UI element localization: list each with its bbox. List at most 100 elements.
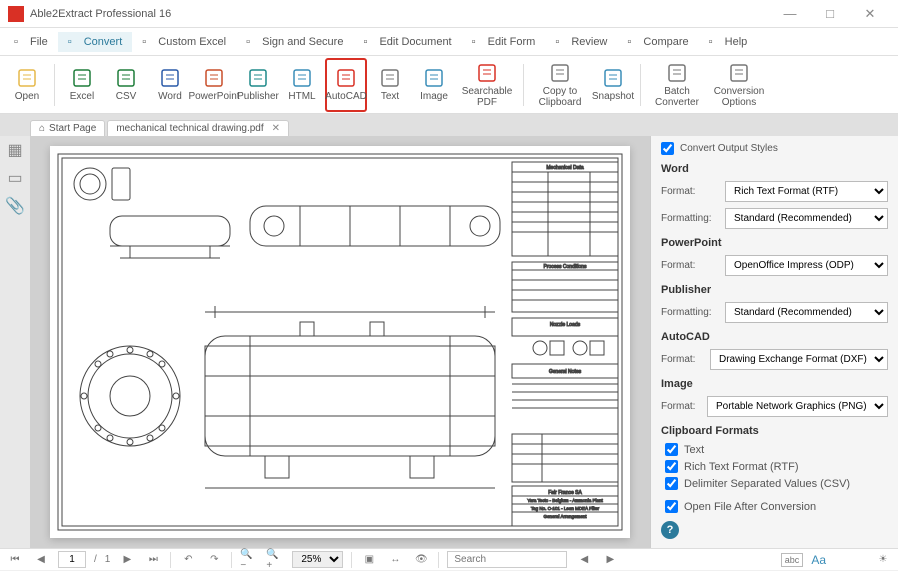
menu-convert[interactable]: ▫Convert xyxy=(58,32,133,52)
ribbon-label: Publisher xyxy=(237,91,279,102)
maximize-button[interactable]: □ xyxy=(810,0,850,28)
left-sidebar: ▦ ▭ 📎 xyxy=(0,136,30,548)
chk-rtf[interactable] xyxy=(665,460,678,473)
page-number-input[interactable] xyxy=(58,551,86,568)
pub-section-title: Publisher xyxy=(661,284,888,296)
word-formatting-select[interactable]: Standard (Recommended) xyxy=(725,208,888,229)
edit-doc-icon: ▫ xyxy=(363,36,375,48)
autocad-button[interactable]: AutoCAD xyxy=(325,58,367,112)
chk-text[interactable] xyxy=(665,443,678,456)
convert-icon: ▫ xyxy=(68,36,80,48)
snapshot-button[interactable]: Snapshot xyxy=(592,58,634,112)
word-button[interactable]: Word xyxy=(149,58,191,112)
page-sep: / xyxy=(94,554,97,565)
image-button[interactable]: Image xyxy=(413,58,455,112)
minimize-button[interactable]: — xyxy=(770,0,810,28)
searchable-pdf-button[interactable]: Searchable PDF xyxy=(457,58,517,112)
close-button[interactable]: ✕ xyxy=(850,0,890,28)
menu-edit-document[interactable]: ▫ Edit Document xyxy=(353,32,461,52)
header-checkbox[interactable] xyxy=(661,142,674,155)
ribbon-label: Text xyxy=(381,91,399,102)
menu-review[interactable]: ▫ Review xyxy=(545,32,617,52)
svg-text:Process Conditions: Process Conditions xyxy=(543,264,587,270)
aa-toggle[interactable]: Aa xyxy=(811,553,826,567)
chk-csv[interactable] xyxy=(665,477,678,490)
menu-edit-form[interactable]: ▫Edit Form xyxy=(462,32,546,52)
ribbon-label: Conversion Options xyxy=(709,86,769,108)
excel-button[interactable]: Excel xyxy=(61,58,103,112)
menu-compare[interactable]: ▫Compare xyxy=(617,32,698,52)
html-button[interactable]: HTML xyxy=(281,58,323,112)
search-input[interactable] xyxy=(447,551,567,568)
autocad-format-select[interactable]: Drawing Exchange Format (DXF) xyxy=(710,349,888,370)
svg-text:Nozzle Loads: Nozzle Loads xyxy=(550,322,581,328)
searchable-pdf-icon xyxy=(476,62,498,84)
ribbon-label: CSV xyxy=(116,91,137,102)
ribbon-label: Excel xyxy=(70,91,94,102)
doc-tab[interactable]: mechanical technical drawing.pdf ✕ xyxy=(107,120,289,136)
powerpoint-icon xyxy=(203,67,225,89)
batch-converter-icon xyxy=(666,62,688,84)
pub-formatting-select[interactable]: Standard (Recommended) xyxy=(725,302,888,323)
document-viewport[interactable]: Mechanical Data Process Conditions Nozzl… xyxy=(30,136,650,548)
attachment-icon[interactable]: 📎 xyxy=(5,196,25,216)
csv-icon xyxy=(115,67,137,89)
autocad-icon xyxy=(335,67,357,89)
copy-clipboard-icon xyxy=(549,62,571,84)
abc-toggle[interactable]: abc xyxy=(781,553,804,567)
image-format-select[interactable]: Portable Network Graphics (PNG) xyxy=(707,396,888,417)
ppt-format-select[interactable]: OpenOffice Impress (ODP) xyxy=(725,255,888,276)
chk-text-label: Text xyxy=(684,444,704,456)
powerpoint-button[interactable]: PowerPoint xyxy=(193,58,235,112)
conversion-options-icon xyxy=(728,62,750,84)
review-icon: ▫ xyxy=(555,36,567,48)
autocad-format-label: Format: xyxy=(661,354,704,365)
csv-button[interactable]: CSV xyxy=(105,58,147,112)
help-icon[interactable]: ? xyxy=(661,521,679,539)
ribbon-label: Word xyxy=(158,91,182,102)
svg-text:Yara Tecto - Belgium - Ammonia: Yara Tecto - Belgium - Ammonia Plant xyxy=(527,498,603,503)
ribbon-label: PowerPoint xyxy=(188,91,239,102)
document-tab-strip: ⌂Start Pagemechanical technical drawing.… xyxy=(0,114,898,136)
tab-label: mechanical technical drawing.pdf xyxy=(116,123,263,134)
menu-label: Help xyxy=(725,36,748,48)
menu-custom-excel[interactable]: ▫Custom Excel xyxy=(132,32,236,52)
clipboard-section-title: Clipboard Formats xyxy=(661,425,888,437)
word-icon xyxy=(159,67,181,89)
doc-tab[interactable]: ⌂Start Page xyxy=(30,120,105,136)
menu-label: Custom Excel xyxy=(158,36,226,48)
word-format-select[interactable]: Rich Text Format (RTF) xyxy=(725,181,888,202)
chk-open-after-label: Open File After Conversion xyxy=(684,501,816,513)
image-format-label: Format: xyxy=(661,401,701,412)
ribbon-label: Open xyxy=(15,91,39,102)
open-button[interactable]: Open xyxy=(6,58,48,112)
menu-file[interactable]: ▫File xyxy=(4,32,58,52)
html-icon xyxy=(291,67,313,89)
home-icon: ⌂ xyxy=(39,123,45,134)
ribbon-label: Image xyxy=(420,91,448,102)
svg-text:Mechanical Data: Mechanical Data xyxy=(546,165,583,171)
menu-label: Edit Form xyxy=(488,36,536,48)
batch-converter-button[interactable]: Batch Converter xyxy=(647,58,707,112)
page-total: 1 xyxy=(105,554,111,565)
panel-icon[interactable]: ▭ xyxy=(5,168,25,188)
ribbon-label: Snapshot xyxy=(592,91,634,102)
conversion-options-button[interactable]: Conversion Options xyxy=(709,58,769,112)
copy-clipboard-button[interactable]: Copy to Clipboard xyxy=(530,58,590,112)
menu-label: Edit Document xyxy=(379,36,451,48)
publisher-button[interactable]: Publisher xyxy=(237,58,279,112)
compare-icon: ▫ xyxy=(627,36,639,48)
ribbon-toolbar: Open Excel CSV Word PowerPointPublisherHTMLA… xyxy=(0,56,898,114)
menu-sign-and-secure[interactable]: ▫Sign and Secure xyxy=(236,32,353,52)
chk-csv-label: Delimiter Separated Values (CSV) xyxy=(684,478,850,490)
text-button[interactable]: Text xyxy=(369,58,411,112)
grid-view-icon[interactable]: ▦ xyxy=(5,140,25,160)
menu-label: Sign and Secure xyxy=(262,36,343,48)
menu-help[interactable]: ▫Help xyxy=(699,32,758,52)
zoom-select[interactable]: 25% xyxy=(292,551,343,568)
menu-bar: ▫File▫Convert▫Custom Excel▫Sign and Secu… xyxy=(0,28,898,56)
panel-header: Convert Output Styles xyxy=(680,143,778,154)
tab-close-icon[interactable]: ✕ xyxy=(272,123,280,134)
chk-open-after[interactable] xyxy=(665,500,678,513)
menu-label: Review xyxy=(571,36,607,48)
